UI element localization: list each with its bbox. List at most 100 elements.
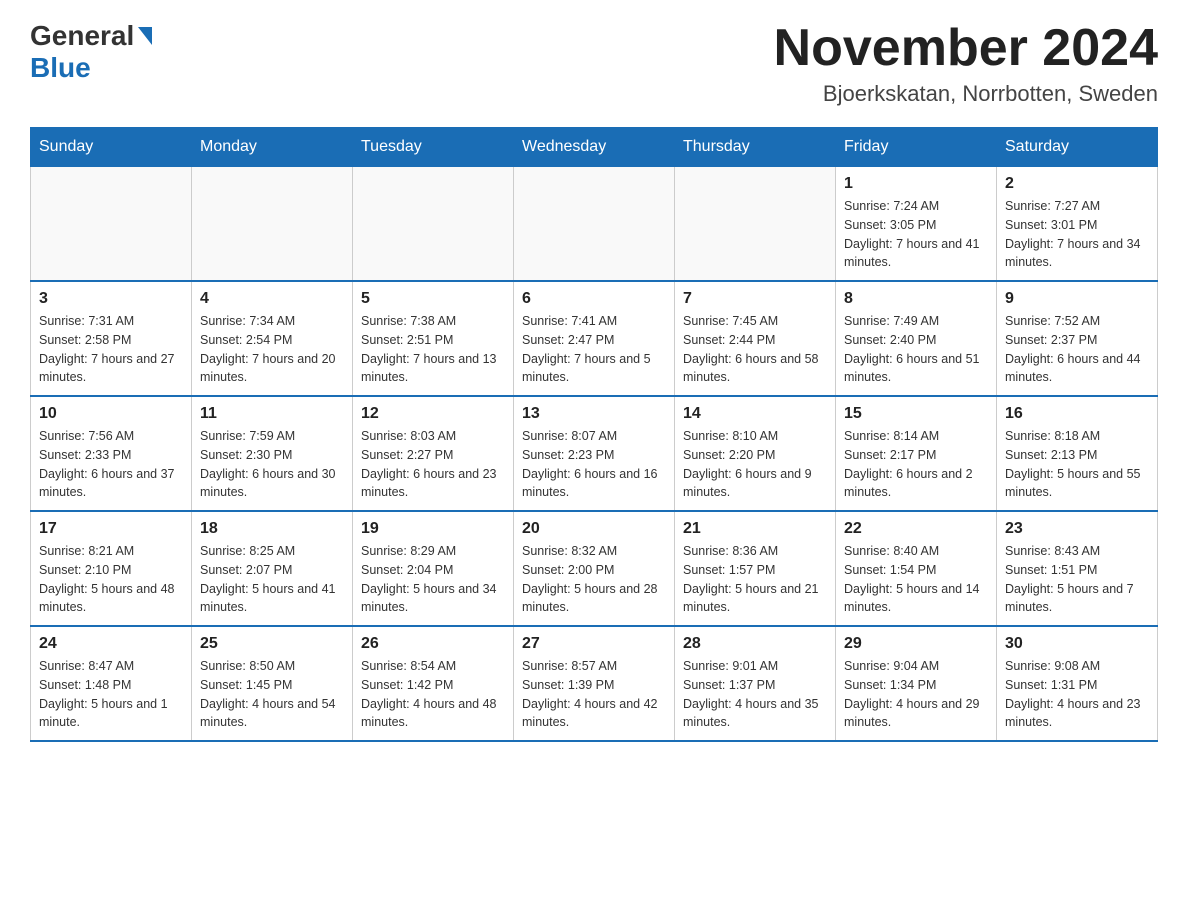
calendar-week-2: 3Sunrise: 7:31 AMSunset: 2:58 PMDaylight… — [31, 281, 1158, 396]
day-info: Sunrise: 8:29 AMSunset: 2:04 PMDaylight:… — [361, 542, 505, 617]
col-header-thursday: Thursday — [675, 128, 836, 167]
logo: General Blue — [30, 20, 152, 84]
day-info: Sunrise: 9:08 AMSunset: 1:31 PMDaylight:… — [1005, 657, 1149, 732]
calendar-cell: 8 Sunrise: 7:49 AMSunset: 2:40 PMDaylight… — [836, 281, 997, 396]
day-number: 30 — [1005, 635, 1149, 653]
calendar-cell: 26 Sunrise: 8:54 AMSunset: 1:42 PMDayligh… — [353, 626, 514, 741]
day-info: Sunrise: 8:07 AMSunset: 2:23 PMDaylight:… — [522, 427, 666, 502]
calendar-cell: 13 Sunrise: 8:07 AMSunset: 2:23 PMDayligh… — [514, 396, 675, 511]
calendar-cell — [675, 167, 836, 282]
calendar-cell: 18 Sunrise: 8:25 AMSunset: 2:07 PMDayligh… — [192, 511, 353, 626]
day-number: 22 — [844, 520, 988, 538]
calendar-week-3: 10 Sunrise: 7:56 AMSunset: 2:33 PMDayligh… — [31, 396, 1158, 511]
calendar-cell: 6 Sunrise: 7:41 AMSunset: 2:47 PMDaylight… — [514, 281, 675, 396]
day-number: 3 — [39, 290, 183, 308]
day-info: Sunrise: 8:43 AMSunset: 1:51 PMDaylight:… — [1005, 542, 1149, 617]
calendar-cell: 28Sunrise: 9:01 AMSunset: 1:37 PMDayligh… — [675, 626, 836, 741]
day-info: Sunrise: 8:18 AMSunset: 2:13 PMDaylight:… — [1005, 427, 1149, 502]
calendar-cell: 12 Sunrise: 8:03 AMSunset: 2:27 PMDayligh… — [353, 396, 514, 511]
calendar-cell — [353, 167, 514, 282]
day-info: Sunrise: 7:27 AMSunset: 3:01 PMDaylight:… — [1005, 197, 1149, 272]
day-number: 4 — [200, 290, 344, 308]
calendar-week-1: 1 Sunrise: 7:24 AMSunset: 3:05 PMDaylight… — [31, 167, 1158, 282]
calendar-table: SundayMondayTuesdayWednesdayThursdayFrid… — [30, 127, 1158, 742]
calendar-cell: 22 Sunrise: 8:40 AMSunset: 1:54 PMDayligh… — [836, 511, 997, 626]
calendar-cell: 5 Sunrise: 7:38 AMSunset: 2:51 PMDaylight… — [353, 281, 514, 396]
calendar-cell: 9Sunrise: 7:52 AMSunset: 2:37 PMDaylight… — [997, 281, 1158, 396]
calendar-cell — [31, 167, 192, 282]
col-header-sunday: Sunday — [31, 128, 192, 167]
calendar-cell: 4 Sunrise: 7:34 AMSunset: 2:54 PMDaylight… — [192, 281, 353, 396]
day-info: Sunrise: 8:54 AMSunset: 1:42 PMDaylight:… — [361, 657, 505, 732]
calendar-cell: 15 Sunrise: 8:14 AMSunset: 2:17 PMDayligh… — [836, 396, 997, 511]
day-info: Sunrise: 8:47 AMSunset: 1:48 PMDaylight:… — [39, 657, 183, 732]
calendar-cell — [192, 167, 353, 282]
day-info: Sunrise: 8:32 AMSunset: 2:00 PMDaylight:… — [522, 542, 666, 617]
calendar-cell: 27 Sunrise: 8:57 AMSunset: 1:39 PMDayligh… — [514, 626, 675, 741]
day-info: Sunrise: 8:40 AMSunset: 1:54 PMDaylight:… — [844, 542, 988, 617]
calendar-cell: 23Sunrise: 8:43 AMSunset: 1:51 PMDayligh… — [997, 511, 1158, 626]
day-number: 9 — [1005, 290, 1149, 308]
calendar-cell — [514, 167, 675, 282]
day-number: 24 — [39, 635, 183, 653]
day-info: Sunrise: 8:03 AMSunset: 2:27 PMDaylight:… — [361, 427, 505, 502]
calendar-cell: 14 Sunrise: 8:10 AMSunset: 2:20 PMDayligh… — [675, 396, 836, 511]
day-info: Sunrise: 8:57 AMSunset: 1:39 PMDaylight:… — [522, 657, 666, 732]
day-number: 5 — [361, 290, 505, 308]
day-number: 6 — [522, 290, 666, 308]
page-header: General Blue November 2024 Bjoerkskatan,… — [30, 20, 1158, 107]
calendar-cell: 25Sunrise: 8:50 AMSunset: 1:45 PMDayligh… — [192, 626, 353, 741]
day-info: Sunrise: 8:36 AMSunset: 1:57 PMDaylight:… — [683, 542, 827, 617]
col-header-tuesday: Tuesday — [353, 128, 514, 167]
col-header-monday: Monday — [192, 128, 353, 167]
day-info: Sunrise: 7:38 AMSunset: 2:51 PMDaylight:… — [361, 312, 505, 387]
header-row: SundayMondayTuesdayWednesdayThursdayFrid… — [31, 128, 1158, 167]
day-number: 7 — [683, 290, 827, 308]
day-number: 18 — [200, 520, 344, 538]
day-number: 16 — [1005, 405, 1149, 423]
day-number: 8 — [844, 290, 988, 308]
calendar-cell: 20 Sunrise: 8:32 AMSunset: 2:00 PMDayligh… — [514, 511, 675, 626]
day-info: Sunrise: 8:25 AMSunset: 2:07 PMDaylight:… — [200, 542, 344, 617]
day-info: Sunrise: 7:24 AMSunset: 3:05 PMDaylight:… — [844, 197, 988, 272]
calendar-header: SundayMondayTuesdayWednesdayThursdayFrid… — [31, 128, 1158, 167]
day-number: 20 — [522, 520, 666, 538]
day-number: 2 — [1005, 175, 1149, 193]
calendar-cell: 11 Sunrise: 7:59 AMSunset: 2:30 PMDayligh… — [192, 396, 353, 511]
location-text: Bjoerkskatan, Norrbotten, Sweden — [774, 81, 1158, 107]
calendar-cell: 10 Sunrise: 7:56 AMSunset: 2:33 PMDayligh… — [31, 396, 192, 511]
day-info: Sunrise: 7:41 AMSunset: 2:47 PMDaylight:… — [522, 312, 666, 387]
calendar-cell: 19 Sunrise: 8:29 AMSunset: 2:04 PMDayligh… — [353, 511, 514, 626]
day-number: 17 — [39, 520, 183, 538]
day-number: 14 — [683, 405, 827, 423]
day-info: Sunrise: 7:56 AMSunset: 2:33 PMDaylight:… — [39, 427, 183, 502]
calendar-cell: 16 Sunrise: 8:18 AMSunset: 2:13 PMDayligh… — [997, 396, 1158, 511]
logo-blue-text: Blue — [30, 52, 91, 84]
col-header-friday: Friday — [836, 128, 997, 167]
day-number: 15 — [844, 405, 988, 423]
day-number: 19 — [361, 520, 505, 538]
calendar-body: 1 Sunrise: 7:24 AMSunset: 3:05 PMDaylight… — [31, 167, 1158, 742]
day-number: 11 — [200, 405, 344, 423]
day-info: Sunrise: 7:34 AMSunset: 2:54 PMDaylight:… — [200, 312, 344, 387]
day-number: 13 — [522, 405, 666, 423]
calendar-cell: 24 Sunrise: 8:47 AMSunset: 1:48 PMDayligh… — [31, 626, 192, 741]
day-number: 21 — [683, 520, 827, 538]
calendar-cell: 2 Sunrise: 7:27 AMSunset: 3:01 PMDaylight… — [997, 167, 1158, 282]
col-header-wednesday: Wednesday — [514, 128, 675, 167]
day-number: 26 — [361, 635, 505, 653]
calendar-cell: 1 Sunrise: 7:24 AMSunset: 3:05 PMDaylight… — [836, 167, 997, 282]
logo-general-text: General — [30, 20, 134, 52]
day-number: 29 — [844, 635, 988, 653]
day-number: 12 — [361, 405, 505, 423]
day-number: 27 — [522, 635, 666, 653]
day-number: 10 — [39, 405, 183, 423]
day-info: Sunrise: 8:14 AMSunset: 2:17 PMDaylight:… — [844, 427, 988, 502]
day-info: Sunrise: 7:49 AMSunset: 2:40 PMDaylight:… — [844, 312, 988, 387]
month-title: November 2024 — [774, 20, 1158, 77]
day-number: 1 — [844, 175, 988, 193]
day-info: Sunrise: 8:10 AMSunset: 2:20 PMDaylight:… — [683, 427, 827, 502]
day-info: Sunrise: 7:59 AMSunset: 2:30 PMDaylight:… — [200, 427, 344, 502]
calendar-cell: 3Sunrise: 7:31 AMSunset: 2:58 PMDaylight… — [31, 281, 192, 396]
day-number: 25 — [200, 635, 344, 653]
